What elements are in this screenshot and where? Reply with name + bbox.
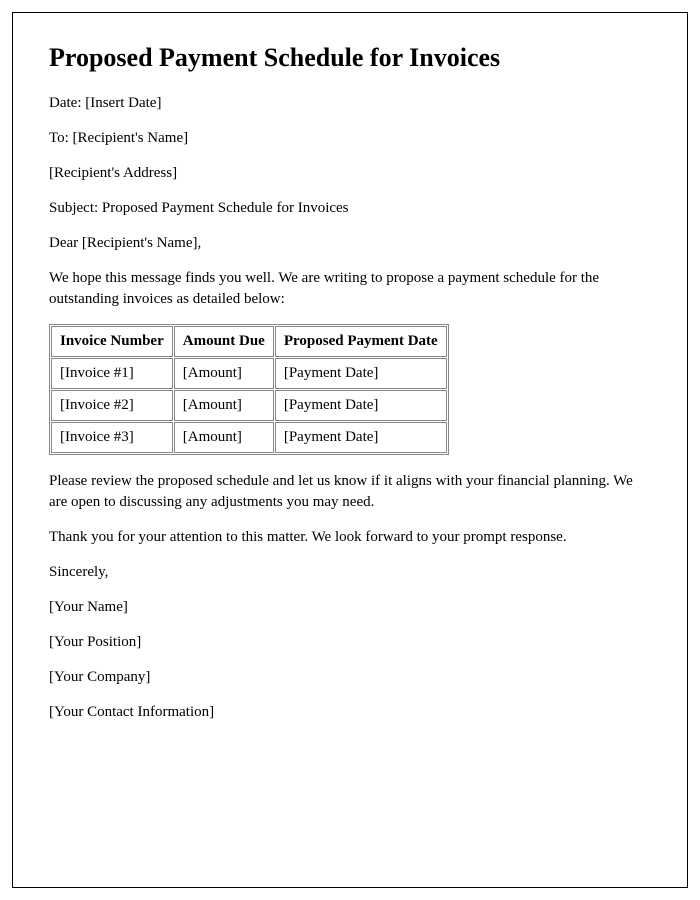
- cell-date: [Payment Date]: [275, 358, 447, 389]
- cell-amount: [Amount]: [174, 358, 274, 389]
- invoice-table: Invoice Number Amount Due Proposed Payme…: [49, 324, 449, 455]
- col-payment-date: Proposed Payment Date: [275, 326, 447, 357]
- page-title: Proposed Payment Schedule for Invoices: [49, 43, 651, 73]
- review-paragraph: Please review the proposed schedule and …: [49, 471, 651, 513]
- table-header-row: Invoice Number Amount Due Proposed Payme…: [51, 326, 447, 357]
- sender-company: [Your Company]: [49, 667, 651, 688]
- cell-amount: [Amount]: [174, 422, 274, 453]
- sender-position: [Your Position]: [49, 632, 651, 653]
- closing: Sincerely,: [49, 562, 651, 583]
- subject-line: Subject: Proposed Payment Schedule for I…: [49, 198, 651, 219]
- table-row: [Invoice #2] [Amount] [Payment Date]: [51, 390, 447, 421]
- table-row: [Invoice #3] [Amount] [Payment Date]: [51, 422, 447, 453]
- intro-paragraph: We hope this message finds you well. We …: [49, 268, 651, 310]
- thanks-paragraph: Thank you for your attention to this mat…: [49, 527, 651, 548]
- sender-contact: [Your Contact Information]: [49, 702, 651, 723]
- salutation: Dear [Recipient's Name],: [49, 233, 651, 254]
- cell-amount: [Amount]: [174, 390, 274, 421]
- col-invoice-number: Invoice Number: [51, 326, 173, 357]
- cell-date: [Payment Date]: [275, 390, 447, 421]
- date-line: Date: [Insert Date]: [49, 93, 651, 114]
- document-frame: Proposed Payment Schedule for Invoices D…: [12, 12, 688, 888]
- cell-invoice: [Invoice #2]: [51, 390, 173, 421]
- cell-invoice: [Invoice #1]: [51, 358, 173, 389]
- sender-name: [Your Name]: [49, 597, 651, 618]
- table-row: [Invoice #1] [Amount] [Payment Date]: [51, 358, 447, 389]
- cell-date: [Payment Date]: [275, 422, 447, 453]
- address-line: [Recipient's Address]: [49, 163, 651, 184]
- to-line: To: [Recipient's Name]: [49, 128, 651, 149]
- col-amount-due: Amount Due: [174, 326, 274, 357]
- cell-invoice: [Invoice #3]: [51, 422, 173, 453]
